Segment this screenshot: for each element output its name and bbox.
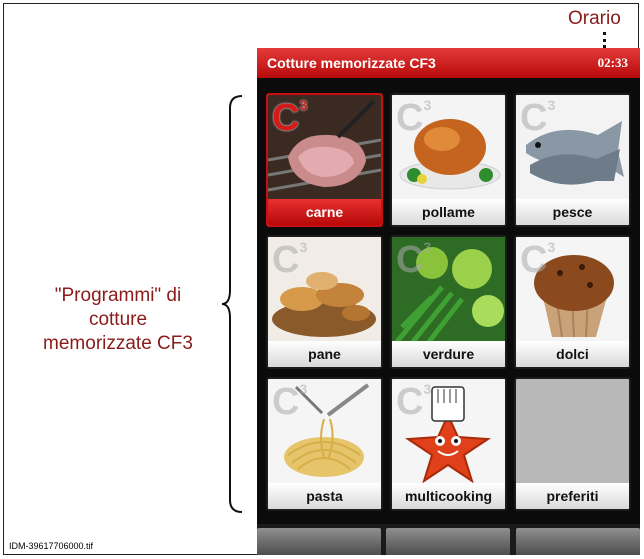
- clock-leader-line: [603, 32, 606, 48]
- tile-pane[interactable]: C3 pane: [266, 235, 383, 369]
- softkey-right[interactable]: [516, 528, 640, 555]
- title-bar: Cotture memorizzate CF3 02:33: [257, 48, 640, 78]
- softkey-left[interactable]: [257, 528, 381, 555]
- tile-label: verdure: [392, 341, 505, 367]
- tile-label: pesce: [516, 199, 629, 225]
- tile-label: carne: [268, 199, 381, 225]
- clock-annotation: Orario: [568, 8, 621, 29]
- tile-pollame[interactable]: C3 pollame: [390, 93, 507, 227]
- program-grid: C3 carne C3 pollame C3 pesce C3 pane C3 …: [257, 78, 640, 524]
- file-identifier: IDM-39617706000.tif: [9, 541, 94, 551]
- tile-multicooking[interactable]: C3 multicooking: [390, 377, 507, 511]
- c3-watermark: C3: [396, 97, 432, 139]
- caption-line-2: cotture: [88, 309, 148, 330]
- softkey-center[interactable]: [386, 528, 510, 555]
- clock-display: 02:33: [597, 55, 628, 70]
- c3-watermark: C3: [520, 239, 556, 281]
- tile-verdure[interactable]: C3 verdure: [390, 235, 507, 369]
- c3-watermark: C3: [272, 239, 308, 281]
- tile-label: pollame: [392, 199, 505, 225]
- caption-line-1: "Programmi" di: [54, 285, 182, 306]
- device-screen: Cotture memorizzate CF3 02:33 C3 carne C…: [257, 48, 640, 555]
- c3-watermark: C3: [396, 381, 432, 423]
- tile-pasta[interactable]: C3 pasta: [266, 377, 383, 511]
- tile-pesce[interactable]: C3 pesce: [514, 93, 631, 227]
- tile-label: pane: [268, 341, 381, 367]
- c3-badge: C3: [272, 97, 308, 139]
- tile-carne[interactable]: C3 carne: [266, 93, 383, 227]
- tile-preferiti[interactable]: preferiti: [514, 377, 631, 511]
- curly-brace-icon: [222, 95, 243, 513]
- tile-label: dolci: [516, 341, 629, 367]
- c3-watermark: C3: [272, 381, 308, 423]
- tile-dolci[interactable]: C3 dolci: [514, 235, 631, 369]
- softkey-bar: [257, 524, 640, 555]
- screen-title: Cotture memorizzate CF3: [267, 55, 436, 71]
- tile-label: multicooking: [392, 483, 505, 509]
- tile-label: preferiti: [516, 483, 629, 509]
- caption-line-3: memorizzate CF3: [43, 333, 193, 354]
- tile-label: pasta: [268, 483, 381, 509]
- c3-watermark: C3: [520, 97, 556, 139]
- programs-caption: "Programmi" di cotture memorizzate CF3: [14, 284, 222, 356]
- c3-watermark: C3: [396, 239, 432, 281]
